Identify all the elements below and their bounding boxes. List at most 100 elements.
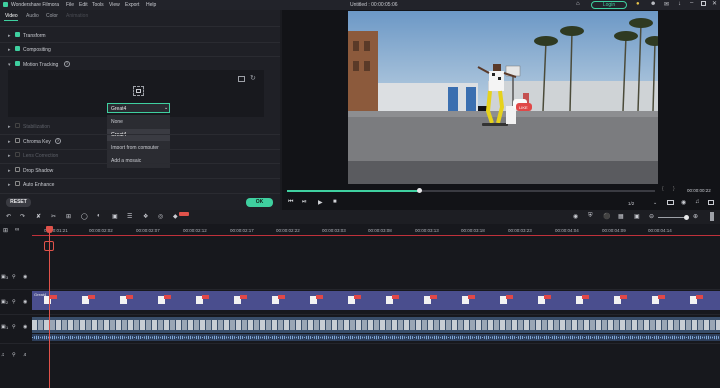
color-icon[interactable]: ◐ — [97, 213, 101, 219]
auto-enhance-checkbox[interactable] — [15, 181, 20, 186]
ok-button[interactable]: OK — [246, 198, 273, 207]
section-transform[interactable]: ▸ Transform — [0, 29, 280, 43]
waveform-bar — [568, 336, 569, 339]
zoom-in-icon[interactable]: ⊕ — [693, 213, 698, 220]
snapshot-frame-icon[interactable]: ▣ — [634, 213, 640, 220]
help-icon[interactable]: ? — [64, 61, 70, 67]
cart-icon[interactable]: ⌂ — [576, 1, 580, 7]
section-compositing[interactable]: ▸ Compositing — [0, 43, 280, 57]
volume-icon[interactable]: ♫ — [695, 199, 700, 205]
redo-icon[interactable]: ↷ — [20, 213, 25, 220]
download-icon[interactable]: ↓ — [678, 1, 681, 7]
waveform-bar — [522, 336, 523, 339]
crop-icon[interactable]: ⊞ — [66, 213, 71, 220]
render-icon[interactable]: ◉ — [573, 213, 578, 220]
menu-view[interactable]: View — [109, 2, 120, 8]
audio-mixer-icon[interactable]: ☰ — [127, 213, 132, 220]
stabilize-icon[interactable]: ❖ — [143, 213, 148, 220]
fullscreen-icon[interactable] — [708, 200, 714, 205]
delete-icon[interactable]: ✘ — [36, 213, 41, 220]
film-frame — [302, 320, 307, 330]
shield-icon[interactable]: ⛨ — [588, 213, 593, 220]
playhead-handle[interactable] — [46, 226, 53, 233]
menu-edit[interactable]: Edit — [79, 2, 88, 8]
menu-help[interactable]: Help — [146, 2, 156, 8]
cut-icon[interactable]: ✂ — [51, 213, 56, 220]
maximize-icon[interactable] — [701, 1, 706, 6]
add-track-icon[interactable]: ⊞ — [3, 227, 8, 234]
eye-icon[interactable]: ◉ — [23, 274, 27, 280]
user-icon[interactable]: ☻ — [650, 1, 656, 7]
drop-shadow-checkbox[interactable] — [15, 167, 20, 172]
waveform-bar — [680, 335, 681, 340]
mosaic-icon[interactable] — [238, 76, 245, 82]
reset-button[interactable]: RESET — [6, 198, 31, 207]
video-clip[interactable] — [32, 317, 720, 333]
waveform-bar — [374, 336, 375, 339]
green-screen-icon[interactable]: ▣ — [112, 213, 118, 220]
chevron-down-icon[interactable]: ⌄ — [653, 200, 657, 206]
mic-icon[interactable]: ⚫ — [603, 213, 610, 220]
waveform-bar — [594, 336, 595, 339]
volume-icon[interactable]: ♬ — [23, 352, 28, 358]
tracking-object-select[interactable]: Great4 ⌄ — [107, 103, 170, 113]
transform-checkbox[interactable] — [15, 32, 20, 37]
help-icon[interactable]: ? — [55, 138, 61, 144]
section-auto-enhance[interactable]: ▸ Auto Enhance — [0, 178, 280, 192]
snapshot-icon[interactable]: ◉ — [681, 199, 686, 206]
mark-in-icon[interactable]: { — [662, 186, 664, 192]
panel-toggle-icon[interactable] — [710, 212, 714, 221]
step-back-icon[interactable]: ⏮ — [288, 199, 293, 206]
monitor-icon[interactable] — [667, 200, 674, 205]
tab-animation[interactable]: Animation — [66, 13, 88, 19]
minimize-icon[interactable]: – — [690, 0, 693, 6]
lock-icon[interactable]: ⚲ — [12, 274, 16, 280]
section-chroma-key[interactable]: ▸ Chroma Key ? — [0, 135, 280, 149]
menu-file[interactable]: File — [66, 2, 74, 8]
element-clip[interactable]: Great4 — [32, 291, 720, 310]
motion-tracking-icon[interactable]: ◎ — [158, 213, 163, 220]
eye-icon[interactable]: ◉ — [23, 324, 27, 330]
mail-icon[interactable]: ✉ — [664, 1, 669, 8]
film-frame — [74, 320, 79, 330]
menu-export[interactable]: Export — [125, 2, 139, 8]
page-select[interactable]: 1/2 — [628, 201, 634, 206]
waveform-bar — [60, 335, 61, 340]
lock-icon[interactable]: ⚲ — [12, 352, 16, 358]
zoom-out-icon[interactable]: ⊖ — [649, 213, 654, 220]
sticker-thumbnail-tag — [88, 295, 95, 299]
lock-icon[interactable]: ⚲ — [12, 324, 16, 330]
section-stabilization[interactable]: ▸ Stabilization — [0, 120, 280, 134]
playhead-marker[interactable] — [44, 241, 54, 251]
ruler-tick: 00:00:04:09 — [602, 228, 626, 233]
stabilization-checkbox[interactable] — [15, 123, 20, 128]
zoom-slider-handle[interactable] — [684, 215, 689, 220]
sticker-thumbnail-tag — [582, 295, 589, 299]
login-button[interactable]: Login — [591, 1, 627, 9]
close-icon[interactable]: ✕ — [712, 0, 717, 7]
lens-correction-checkbox[interactable] — [15, 152, 20, 157]
speed-icon[interactable]: ◯ — [81, 213, 88, 220]
motion-tracking-checkbox[interactable] — [15, 61, 20, 66]
mixer-icon[interactable]: ▦ — [618, 213, 624, 220]
keyframe-icon[interactable]: ◆ — [173, 213, 178, 220]
lightbulb-icon[interactable]: ● — [636, 1, 640, 7]
tab-video[interactable]: Video — [5, 13, 18, 19]
stop-icon[interactable]: ■ — [333, 199, 337, 205]
chroma-key-checkbox[interactable] — [15, 138, 20, 143]
section-drop-shadow[interactable]: ▸ Drop Shadow — [0, 164, 280, 178]
play-icon[interactable]: ▶ — [318, 199, 323, 206]
lock-icon[interactable]: ⚲ — [12, 299, 16, 305]
mark-out-icon[interactable]: } — [673, 186, 675, 192]
play-pause-icon[interactable]: ⏯ — [302, 199, 307, 206]
reset-icon[interactable]: ↻ — [250, 74, 256, 82]
section-lens-correction[interactable]: ▸ Lens Correction — [0, 149, 280, 163]
tab-color[interactable]: Color — [46, 13, 58, 19]
eye-icon[interactable]: ◉ — [23, 299, 27, 305]
link-icon[interactable]: ∞ — [15, 227, 19, 233]
tab-audio[interactable]: Audio — [26, 13, 39, 19]
compositing-checkbox[interactable] — [15, 46, 20, 51]
waveform-bar — [166, 336, 167, 339]
menu-tools[interactable]: Tools — [92, 2, 104, 8]
undo-icon[interactable]: ↶ — [6, 213, 11, 220]
